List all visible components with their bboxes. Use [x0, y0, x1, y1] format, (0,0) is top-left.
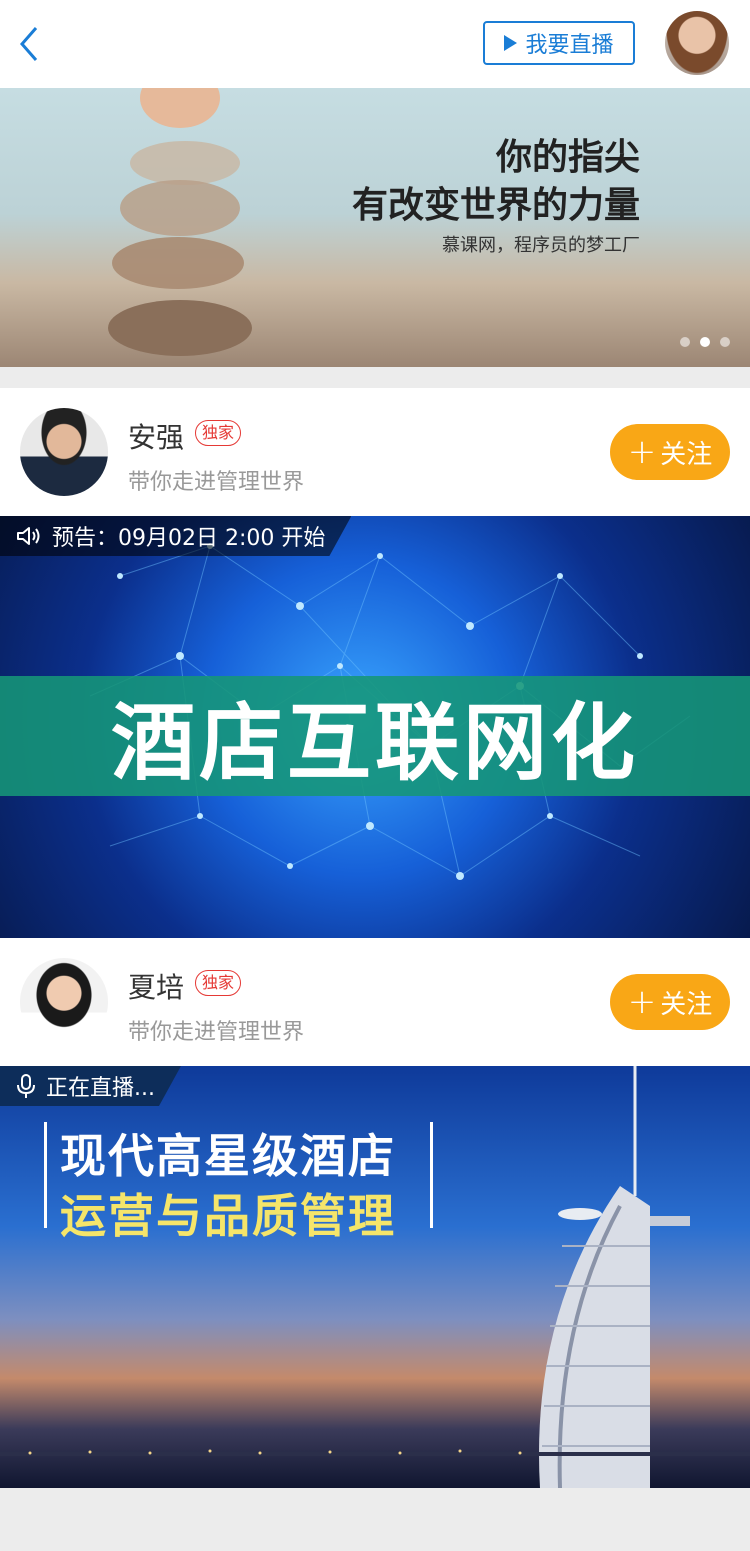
course-status-tag: 预告：09月02日 2:00 开始: [0, 516, 351, 556]
go-live-label: 我要直播: [525, 33, 614, 58]
course-status-text: 预告：09月02日 2:00 开始: [52, 526, 326, 551]
follow-button[interactable]: + 关注: [610, 424, 730, 480]
title-divider: [44, 1122, 47, 1228]
plus-icon: +: [627, 982, 657, 1022]
play-icon: [504, 35, 518, 51]
chevron-left-icon[interactable]: [14, 22, 48, 66]
follow-label: 关注: [660, 439, 713, 470]
course-title-line-2: 运营与品质管理: [60, 1189, 396, 1243]
follow-button[interactable]: + 关注: [610, 974, 730, 1030]
lecturer-description: 带你走进管理世界: [128, 1020, 305, 1045]
lecturer-avatar[interactable]: [20, 408, 108, 496]
follow-label: 关注: [660, 989, 713, 1020]
lecturer-card: 安强 独家 带你走进管理世界 + 关注: [0, 388, 750, 516]
microphone-icon: [16, 1073, 36, 1099]
top-bar: 我要直播: [0, 0, 750, 88]
carousel-dot-active[interactable]: [700, 337, 710, 347]
course-title: 酒店互联网化: [110, 693, 639, 792]
banner-headline-1: 你的指尖: [495, 137, 640, 178]
carousel-dot[interactable]: [720, 337, 730, 347]
carousel-dot[interactable]: [680, 337, 690, 347]
stacked-stones-image: [108, 88, 252, 356]
city-lights-image: [0, 1449, 750, 1456]
lecturer-card: 夏培 独家 带你走进管理世界 + 关注: [0, 938, 750, 1066]
speaker-icon: [16, 525, 42, 547]
exclusive-badge: 独家: [195, 970, 242, 996]
promo-banner[interactable]: 你的指尖 有改变世界的力量 慕课网，程序员的梦工厂: [0, 88, 750, 367]
title-divider: [430, 1122, 433, 1228]
lecturer-avatar[interactable]: [20, 958, 108, 1046]
course-cover[interactable]: 酒店互联网化 预告：09月02日 2:00 开始: [0, 516, 750, 938]
banner-subtitle: 慕课网，程序员的梦工厂: [442, 235, 640, 256]
plus-icon: +: [627, 432, 657, 472]
user-avatar[interactable]: [665, 11, 729, 75]
course-title-line-1: 现代高星级酒店: [60, 1129, 396, 1183]
course-cover[interactable]: 现代高星级酒店 运营与品质管理 正在直播...: [0, 1066, 750, 1488]
exclusive-badge: 独家: [195, 420, 242, 446]
go-live-button[interactable]: 我要直播: [483, 21, 635, 65]
hotel-tower-image: [539, 1066, 690, 1488]
course-status-text: 正在直播...: [46, 1076, 155, 1101]
lecturer-name: 安强: [128, 421, 185, 454]
lecturer-name: 夏培: [128, 971, 185, 1004]
lecturer-description: 带你走进管理世界: [128, 470, 305, 495]
course-status-tag: 正在直播...: [0, 1066, 181, 1106]
course-title-band: 酒店互联网化: [0, 676, 750, 796]
banner-headline-2: 有改变世界的力量: [351, 185, 640, 226]
carousel-dots: [680, 337, 730, 347]
